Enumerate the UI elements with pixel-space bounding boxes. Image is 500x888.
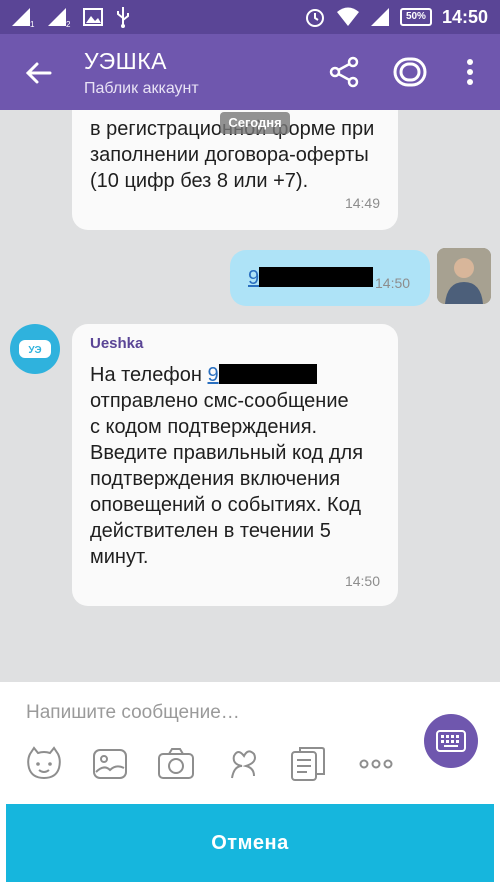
svg-text:УЭ: УЭ — [28, 345, 41, 356]
message-time: 14:49 — [344, 195, 380, 211]
signal-icon-2: 2 — [48, 8, 71, 28]
svg-text:2: 2 — [66, 20, 71, 28]
chat-subtitle: Паблик аккаунт — [84, 80, 199, 97]
sender-name: Ueshka — [90, 335, 144, 352]
more-horiz-icon[interactable] — [356, 744, 396, 784]
status-left: 1 2 — [10, 6, 132, 28]
keyboard-button[interactable] — [424, 714, 478, 768]
app-bar: УЭШКА Паблик аккаунт — [0, 34, 500, 110]
public-account-icon[interactable] — [392, 54, 428, 90]
date-separator: Сегодня — [220, 112, 290, 134]
chat-title: УЭШКА — [84, 48, 167, 74]
cancel-button[interactable]: Отмена — [6, 804, 494, 882]
message-line: минут. — [90, 546, 149, 568]
message-line: действителен в течении 5 — [90, 520, 331, 542]
message-line: подтверждения включения — [90, 468, 341, 490]
message-line: (10 цифр без 8 или +7). — [90, 170, 309, 192]
chat-area: в регистрационной форме при заполнении д… — [0, 110, 500, 682]
sticker-icon[interactable] — [24, 744, 64, 784]
image-notification-icon — [83, 8, 103, 26]
signal-icon: 1 — [12, 8, 35, 28]
phone-link[interactable]: 9 — [248, 267, 259, 289]
keyboard-icon — [436, 730, 466, 752]
redacted-phone — [218, 364, 317, 384]
redacted-phone — [259, 267, 374, 287]
alarm-icon — [305, 9, 324, 27]
svg-text:1: 1 — [30, 20, 35, 28]
share-icon[interactable] — [326, 54, 362, 90]
more-vert-icon[interactable] — [452, 54, 488, 90]
usb-icon — [117, 7, 129, 28]
ueshka-logo-icon: УЭ — [19, 340, 51, 358]
message-time: 14:50 — [375, 275, 411, 291]
battery-indicator: 50% — [399, 8, 432, 26]
message-line: отправлено смс-сообщение — [90, 390, 349, 412]
phone-link[interactable]: 9 — [208, 364, 219, 386]
message-text: На телефон — [90, 364, 208, 386]
status-time: 14:50 — [441, 6, 488, 27]
message-line: Введите правильный код для — [90, 442, 364, 464]
doodle-icon[interactable] — [224, 744, 264, 784]
status-bar: 1 2 50% 14:50 — [0, 0, 500, 34]
camera-icon[interactable] — [156, 744, 196, 784]
compose-panel: Напишите сообщение… Отмена — [0, 682, 500, 888]
message-line: оповещений о событиях. Код — [90, 494, 362, 516]
message-time: 14:50 — [344, 573, 380, 589]
gif-icon[interactable] — [288, 744, 328, 784]
wifi-icon — [336, 7, 359, 26]
gallery-icon[interactable] — [90, 744, 130, 784]
message-line: На телефон 9 — [90, 362, 380, 388]
avatar[interactable] — [437, 248, 491, 304]
status-right: 50% 14:50 — [304, 6, 488, 28]
message-bubble-outgoing[interactable]: 9 14:50 — [230, 250, 430, 306]
cell-signal-icon — [370, 8, 389, 26]
back-arrow-icon[interactable] — [22, 56, 56, 90]
message-line: с кодом подтверждения. — [90, 416, 318, 438]
message-line: заполнении договора-оферты — [90, 144, 369, 166]
message-bubble-incoming[interactable]: Ueshka На телефон 9 отправлено смс-сообщ… — [72, 324, 398, 606]
bot-avatar[interactable]: УЭ — [10, 324, 60, 374]
message-input[interactable]: Напишите сообщение… — [26, 702, 240, 724]
user-photo-icon — [437, 248, 491, 304]
